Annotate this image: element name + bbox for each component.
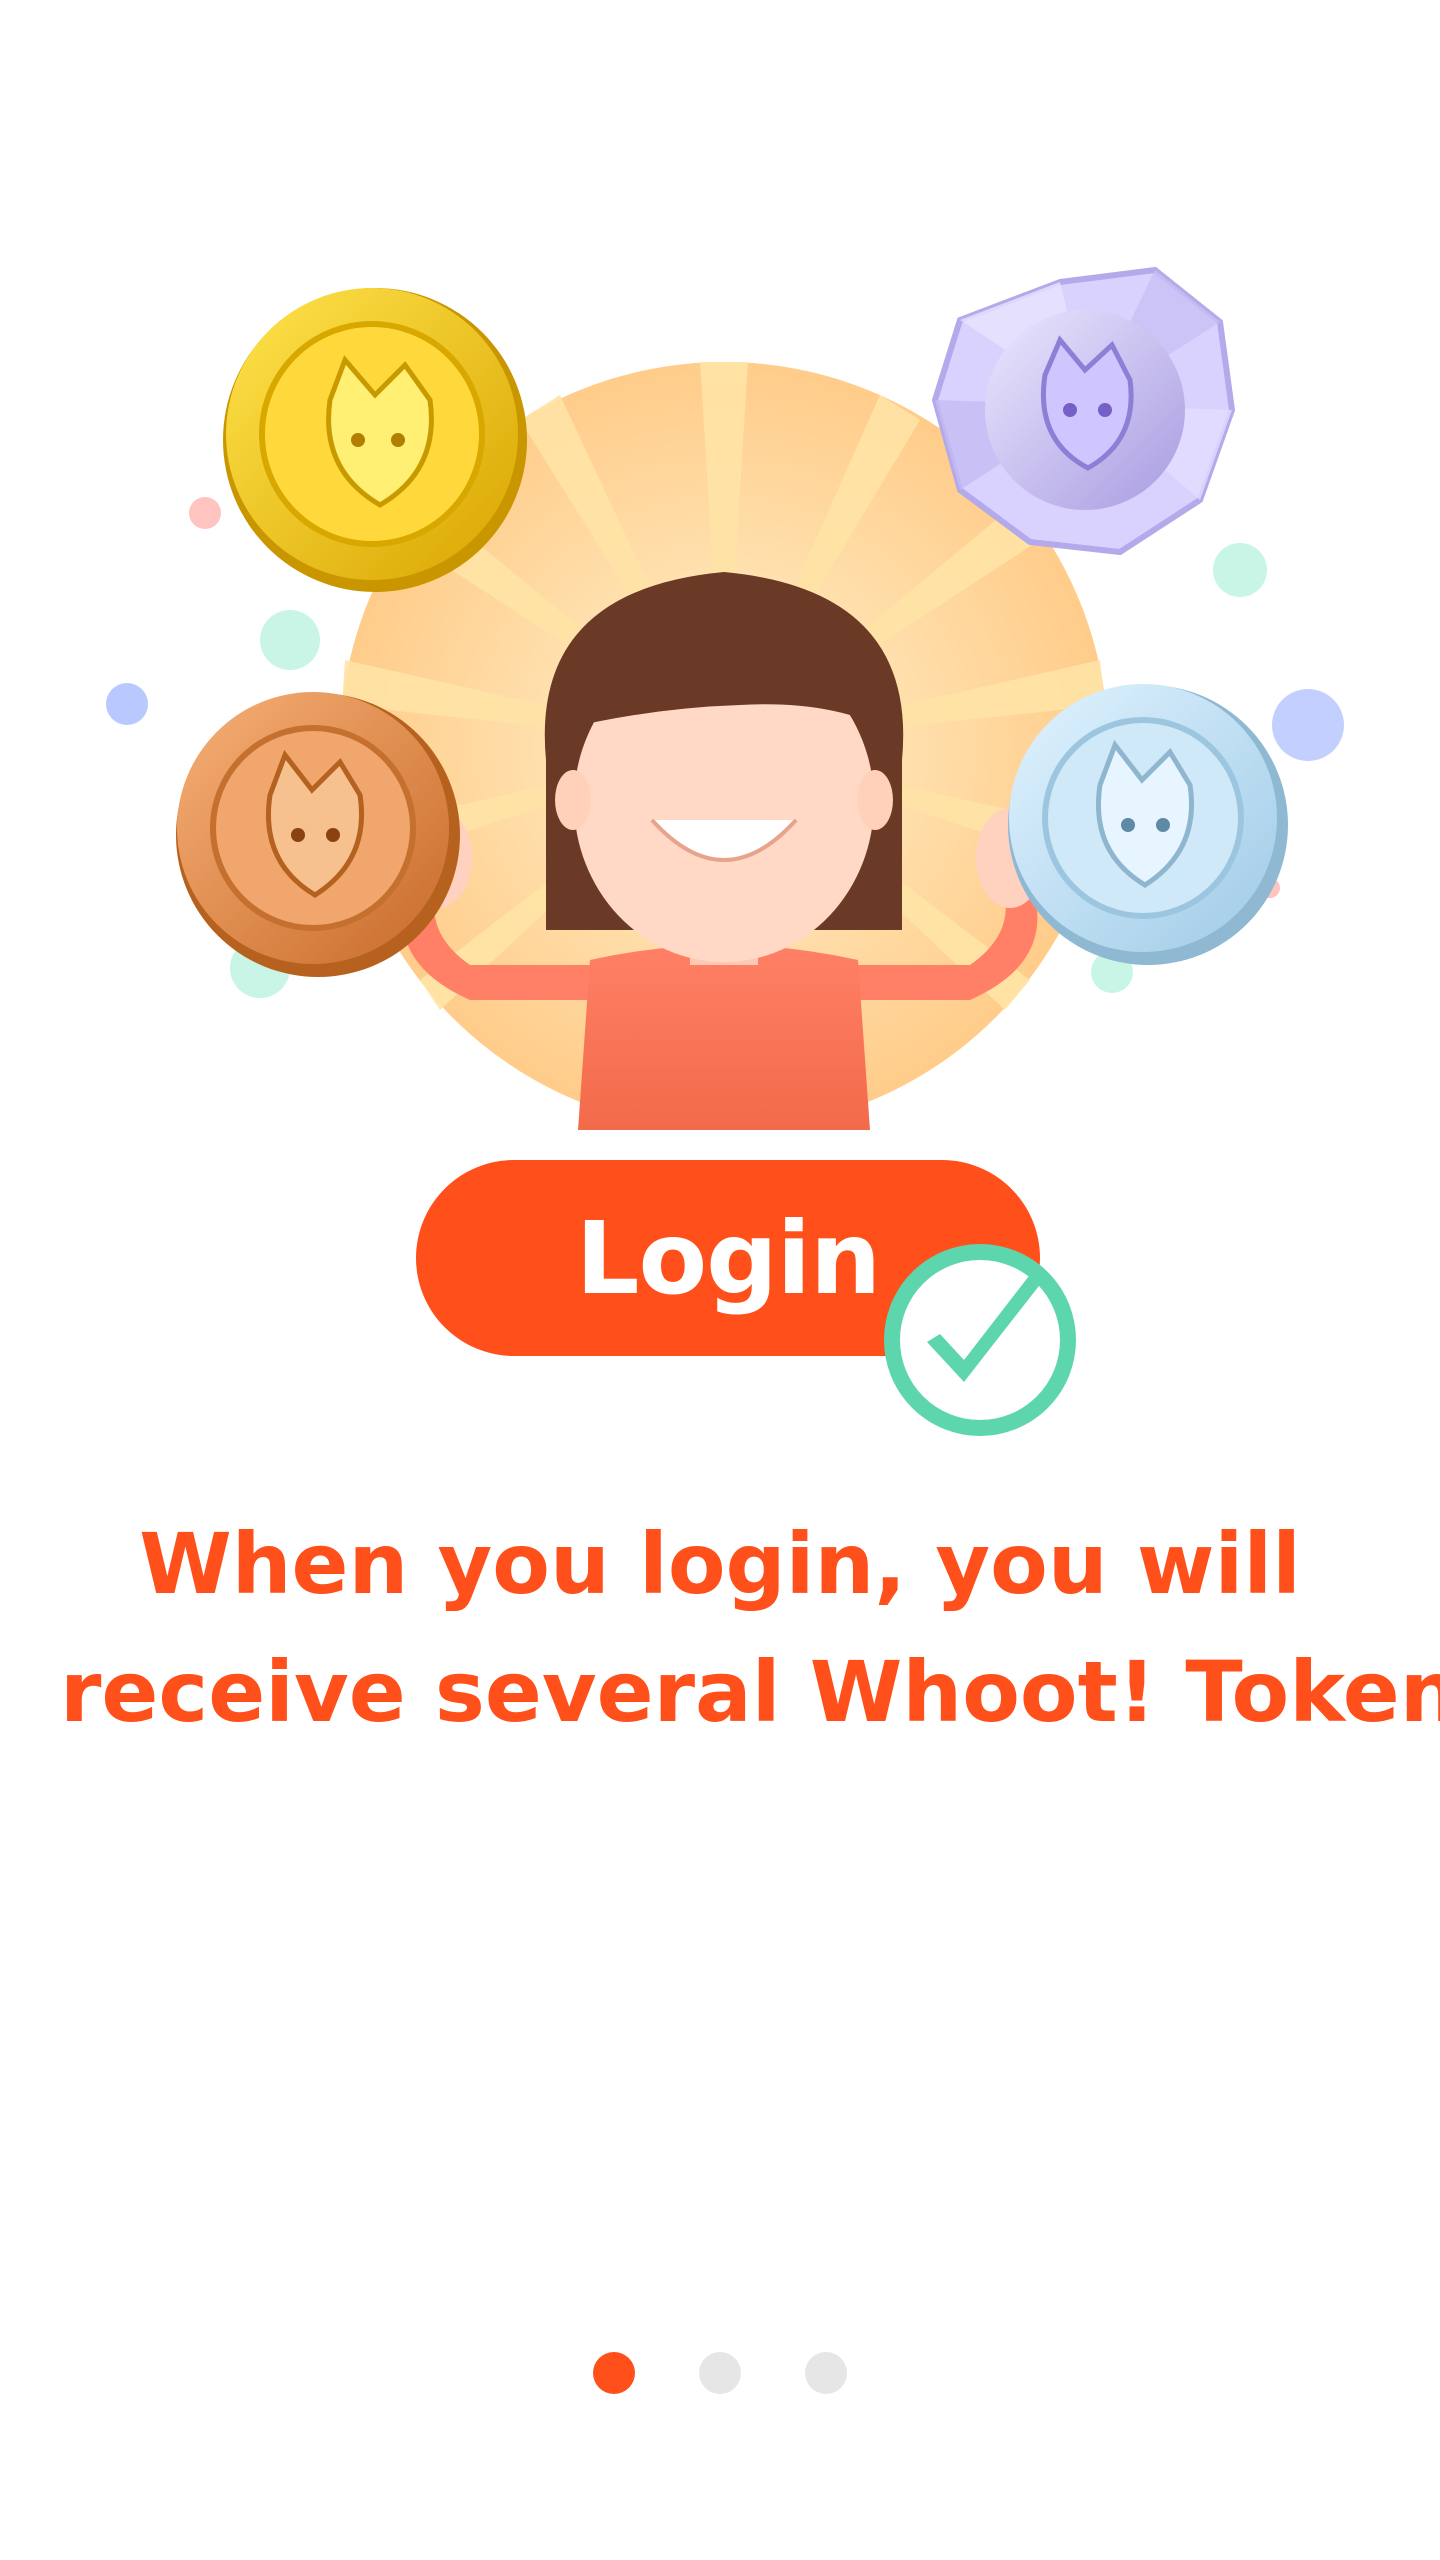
page-indicator <box>0 2352 1440 2396</box>
bronze-token-icon <box>176 692 460 977</box>
login-button-label: Login <box>575 1199 881 1317</box>
page-dot-2[interactable] <box>699 2352 741 2394</box>
caption-line-2: receive several Whoot! Tokens <box>60 1643 1440 1741</box>
silver-token-icon <box>1008 684 1288 965</box>
onboarding-caption: When you login, you will receive several… <box>60 1500 1440 1756</box>
page-dot-1[interactable] <box>593 2352 635 2394</box>
check-icon <box>884 1244 1076 1436</box>
caption-line-1: When you login, you will <box>139 1515 1301 1613</box>
gold-token-icon <box>223 288 527 592</box>
page-dot-3[interactable] <box>805 2352 847 2394</box>
